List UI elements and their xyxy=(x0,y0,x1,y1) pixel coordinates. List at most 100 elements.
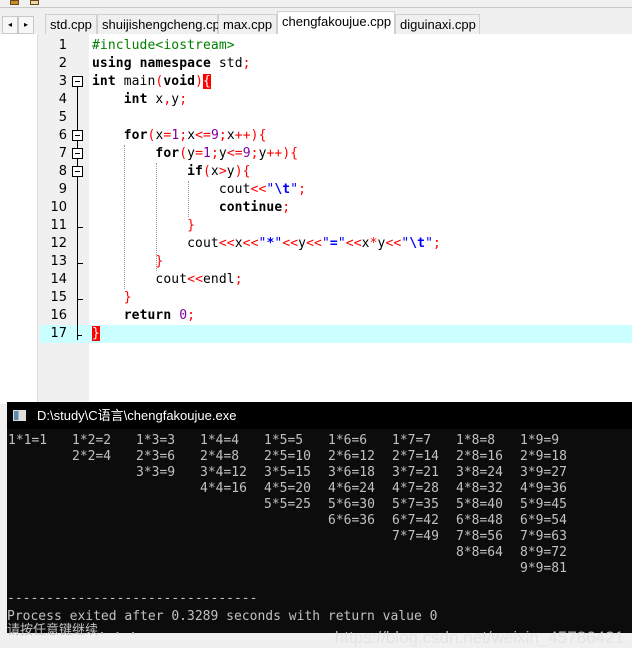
code-token: using xyxy=(92,56,132,71)
code-line[interactable]: 8 if(x>y){ xyxy=(40,163,632,181)
console-output: 1*1=1 1*2=2 1*3=3 1*4=4 1*5=5 1*6=6 1*7=7 1*8=8… xyxy=(7,429,632,647)
code-text: using namespace std; xyxy=(92,55,251,73)
code-line[interactable]: 9 cout<<"\t"; xyxy=(40,181,632,199)
table-cell: 2*5=10 xyxy=(264,449,311,464)
tab-max-cpp[interactable]: max.cpp xyxy=(218,14,277,34)
tab-chengfakoujue-cpp[interactable]: chengfakoujue.cpp xyxy=(277,11,395,34)
indent-guide xyxy=(156,163,157,271)
code-token: << xyxy=(250,182,267,197)
code-line[interactable]: 12 cout<<x<<"*"<<y<<"="<<x*y<<"\t"; xyxy=(40,235,632,253)
table-cell: 3*5=15 xyxy=(264,465,311,480)
code-text: } xyxy=(92,217,195,235)
line-number: 6 xyxy=(58,128,67,143)
tab-scroll-left-button[interactable]: ◂ xyxy=(2,16,18,34)
line-number: 16 xyxy=(50,308,67,323)
tab-shuijishengcheng-cpp[interactable]: shuijishengcheng.cpp xyxy=(97,14,227,34)
table-cell: 1*1=1 xyxy=(8,433,48,448)
tab-std-cpp[interactable]: std.cpp xyxy=(45,14,97,34)
toolbar-icon[interactable] xyxy=(30,0,39,5)
code-token: << xyxy=(187,272,203,287)
code-line[interactable]: 5 xyxy=(40,109,632,127)
table-cell: 2*7=14 xyxy=(392,449,439,464)
code-line[interactable]: 13 } xyxy=(40,253,632,271)
fold-collapse-icon[interactable] xyxy=(72,148,83,159)
code-token: 9 xyxy=(242,146,251,161)
code-line[interactable]: 6 for(x=1;x<=9;x++){ xyxy=(40,127,632,145)
code-line[interactable]: 2 using namespace std; xyxy=(40,55,632,73)
watermark: https://blog.csdn.net/weixin_45786421 xyxy=(334,628,624,647)
fold-end-marker xyxy=(77,263,83,264)
table-cell: 2*3=6 xyxy=(136,449,176,464)
table-cell: 4*8=32 xyxy=(456,481,503,496)
table-cell: 6*9=54 xyxy=(520,513,567,528)
fold-collapse-icon[interactable] xyxy=(72,166,83,177)
table-cell: 5*9=45 xyxy=(520,497,567,512)
table-cell: 4*6=24 xyxy=(328,481,375,496)
code-token: continue xyxy=(218,200,283,215)
toolbar-icon[interactable] xyxy=(10,0,19,5)
table-cell: 1*2=2 xyxy=(72,433,112,448)
code-token: if xyxy=(187,164,203,179)
code-token: << xyxy=(306,236,322,251)
console-app-icon xyxy=(13,410,26,421)
code-token: x xyxy=(147,92,164,107)
fold-end-marker xyxy=(77,227,83,228)
code-line[interactable]: 3 int main(void){ xyxy=(40,73,632,91)
code-token: for xyxy=(123,128,148,143)
code-line[interactable]: 17} xyxy=(40,325,632,343)
indent-guide xyxy=(124,145,125,289)
line-number: 1 xyxy=(58,38,67,53)
code-text: for(y=1;y<=9;y++){ xyxy=(92,145,298,163)
fold-collapse-icon[interactable] xyxy=(72,130,83,141)
tab-scroll-right-button[interactable]: ▸ xyxy=(18,16,34,34)
code-token: ; xyxy=(433,236,441,251)
table-cell: 3*7=21 xyxy=(392,465,439,480)
tab-diguinaxi-cpp[interactable]: diguinaxi.cpp xyxy=(395,14,480,34)
code-token: ++ xyxy=(234,128,251,143)
code-token: \t xyxy=(274,182,291,197)
code-line[interactable]: 14 cout<<endl; xyxy=(40,271,632,289)
code-token: return xyxy=(123,308,172,323)
code-token: <= xyxy=(226,146,243,161)
code-token: x xyxy=(226,128,235,143)
code-token: cout xyxy=(155,272,188,287)
fold-collapse-icon[interactable] xyxy=(72,76,83,87)
code-token: << xyxy=(385,236,402,251)
code-editor[interactable]: 1 #include<iostream> 2 using namespace std;… xyxy=(40,34,632,404)
code-token: ; xyxy=(250,146,259,161)
table-cell: 2*2=4 xyxy=(72,449,112,464)
code-text: return 0; xyxy=(92,307,195,325)
code-token: ){ xyxy=(234,164,251,179)
table-cell: 9*9=81 xyxy=(520,561,567,576)
code-line[interactable]: 15 } xyxy=(40,289,632,307)
table-cell: 2*9=18 xyxy=(520,449,567,464)
code-line[interactable]: 10 continue; xyxy=(40,199,632,217)
code-token: = xyxy=(329,236,338,251)
code-text: int main(void){ xyxy=(92,73,211,91)
code-token: x xyxy=(187,128,196,143)
table-cell: 6*8=48 xyxy=(456,513,503,528)
code-token: ( xyxy=(179,146,188,161)
console-press-key-line: 请按任意键继续. . . xyxy=(7,623,138,638)
code-token: ; xyxy=(218,128,227,143)
code-token: { xyxy=(203,74,211,89)
code-token: ; xyxy=(187,308,196,323)
code-token: for xyxy=(155,146,180,161)
code-line[interactable]: 4 int x,y; xyxy=(40,91,632,109)
code-line[interactable]: 11 } xyxy=(40,217,632,235)
table-cell: 3*3=9 xyxy=(136,465,176,480)
code-line[interactable]: 16 return 0; xyxy=(40,307,632,325)
code-token: 0 xyxy=(179,308,188,323)
code-line[interactable]: 7 for(y=1;y<=9;y++){ xyxy=(40,145,632,163)
code-token: y xyxy=(258,146,267,161)
table-cell: 1*8=8 xyxy=(456,433,496,448)
code-text: continue; xyxy=(92,199,290,217)
code-line[interactable]: 1 #include<iostream> xyxy=(40,37,632,55)
code-token: ; xyxy=(282,200,291,215)
fold-end-marker xyxy=(77,299,83,300)
code-token: ; xyxy=(234,272,243,287)
line-number: 7 xyxy=(58,146,67,161)
code-text: } xyxy=(92,253,163,271)
